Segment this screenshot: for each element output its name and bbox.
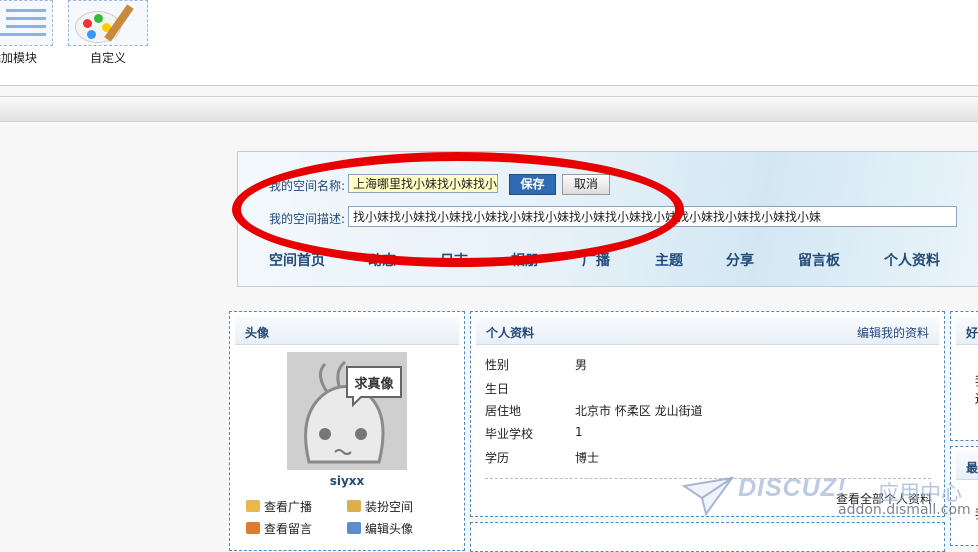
nav-profile[interactable]: 个人资料 bbox=[884, 250, 940, 270]
nav-guestbook[interactable]: 留言板 bbox=[798, 250, 840, 270]
megaphone-icon bbox=[246, 500, 260, 512]
profile-key: 学历 bbox=[485, 451, 510, 465]
watermark-url: addon.dismall.com bbox=[838, 502, 971, 518]
watermark-logo: DISCUZ! bbox=[738, 474, 847, 502]
profile-panel-header: 个人资料 编辑我的资料 bbox=[476, 316, 939, 345]
profile-panel-title: 个人资料 bbox=[486, 326, 535, 340]
watermark: DISCUZ! 应用中心 addon.dismall.com bbox=[682, 474, 978, 534]
avatar[interactable]: 求真像 bbox=[287, 352, 407, 470]
decorate-space-link[interactable]: 装扮空间 bbox=[347, 498, 413, 515]
avatar-illustration: 求真像 bbox=[287, 352, 407, 470]
avatar-bubble-text: 求真像 bbox=[354, 376, 394, 392]
friends-panel-header: 好 bbox=[956, 316, 978, 345]
profile-value: 男 bbox=[575, 358, 588, 372]
add-module-label: 添加模块 bbox=[0, 51, 37, 65]
portrait-icon bbox=[347, 522, 361, 534]
edit-profile-link[interactable]: 编辑我的资料 bbox=[857, 324, 929, 341]
edit-avatar-label: 编辑头像 bbox=[365, 522, 414, 536]
pencil-icon bbox=[246, 522, 260, 534]
palette-icon bbox=[68, 0, 148, 46]
friends-panel-title: 好 bbox=[966, 326, 978, 340]
paper-plane-icon bbox=[682, 476, 734, 517]
toolbar: 添加模块 自定义 bbox=[0, 0, 978, 86]
profile-value: 博士 bbox=[575, 451, 600, 465]
divider-bar bbox=[0, 96, 978, 122]
avatar-panel-title: 头像 bbox=[245, 326, 270, 340]
avatar-panel: 头像 求真像 siyxx 查看广播 装扮空间 查看留言 编辑头像 bbox=[229, 311, 465, 551]
customize-label: 自定义 bbox=[89, 51, 126, 65]
profile-key: 居住地 bbox=[485, 404, 522, 418]
profile-key: 生日 bbox=[485, 382, 510, 396]
wand-icon bbox=[347, 500, 361, 512]
friends-panel: 好 我 还 bbox=[950, 311, 978, 441]
add-module-tool[interactable]: 添加模块 bbox=[0, 0, 54, 66]
profile-key: 毕业学校 bbox=[485, 427, 534, 441]
view-broadcast-link[interactable]: 查看广播 bbox=[246, 498, 312, 515]
nav-share[interactable]: 分享 bbox=[726, 250, 754, 270]
username[interactable]: siyxx bbox=[230, 474, 464, 488]
edit-avatar-link[interactable]: 编辑头像 bbox=[347, 520, 413, 537]
profile-value: 1 bbox=[575, 425, 583, 439]
highlight-ring bbox=[232, 152, 684, 267]
view-messages-link[interactable]: 查看留言 bbox=[246, 520, 312, 537]
view-messages-label: 查看留言 bbox=[264, 522, 313, 536]
nav-topics[interactable]: 主题 bbox=[655, 250, 683, 270]
avatar-panel-header: 头像 bbox=[235, 316, 459, 345]
customize-tool[interactable]: 自定义 bbox=[67, 0, 149, 66]
view-broadcast-label: 查看广播 bbox=[264, 500, 313, 514]
profile-key: 性别 bbox=[485, 358, 510, 372]
decorate-space-label: 装扮空间 bbox=[365, 500, 414, 514]
add-module-icon bbox=[0, 0, 53, 46]
profile-value: 北京市 怀柔区 龙山街道 bbox=[575, 404, 703, 418]
